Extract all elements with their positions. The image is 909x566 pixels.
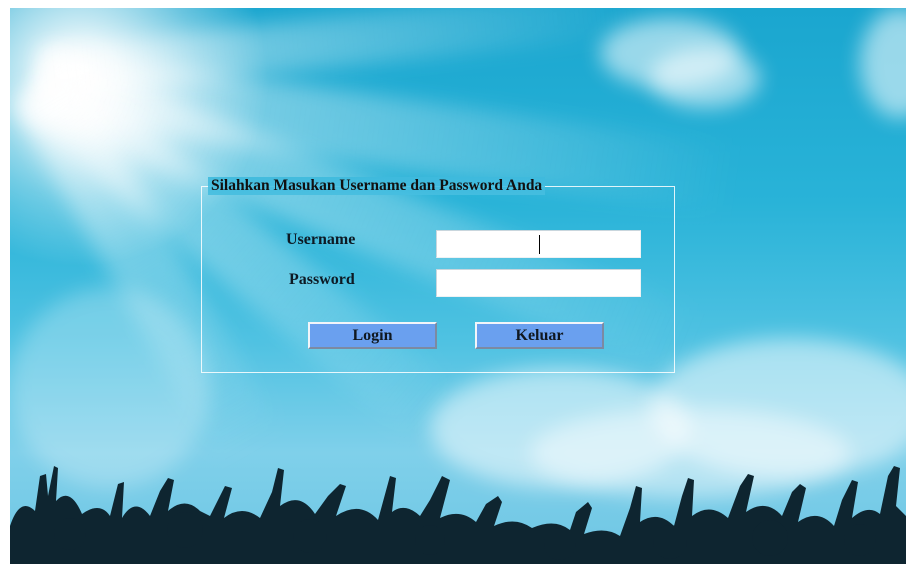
username-input[interactable]	[436, 230, 641, 258]
exit-button[interactable]: Keluar	[475, 322, 604, 349]
login-fieldset: Silahkan Masukan Username dan Password A…	[201, 177, 675, 373]
username-label: Username	[286, 231, 356, 248]
text-cursor	[539, 235, 540, 254]
cloud	[650, 48, 760, 108]
login-window: Silahkan Masukan Username dan Password A…	[10, 8, 906, 564]
crowd-silhouette	[10, 466, 906, 564]
login-legend: Silahkan Masukan Username dan Password A…	[208, 177, 546, 195]
cloud	[860, 8, 906, 118]
password-input[interactable]	[436, 269, 641, 297]
password-label: Password	[289, 271, 355, 288]
login-button[interactable]: Login	[308, 322, 437, 349]
